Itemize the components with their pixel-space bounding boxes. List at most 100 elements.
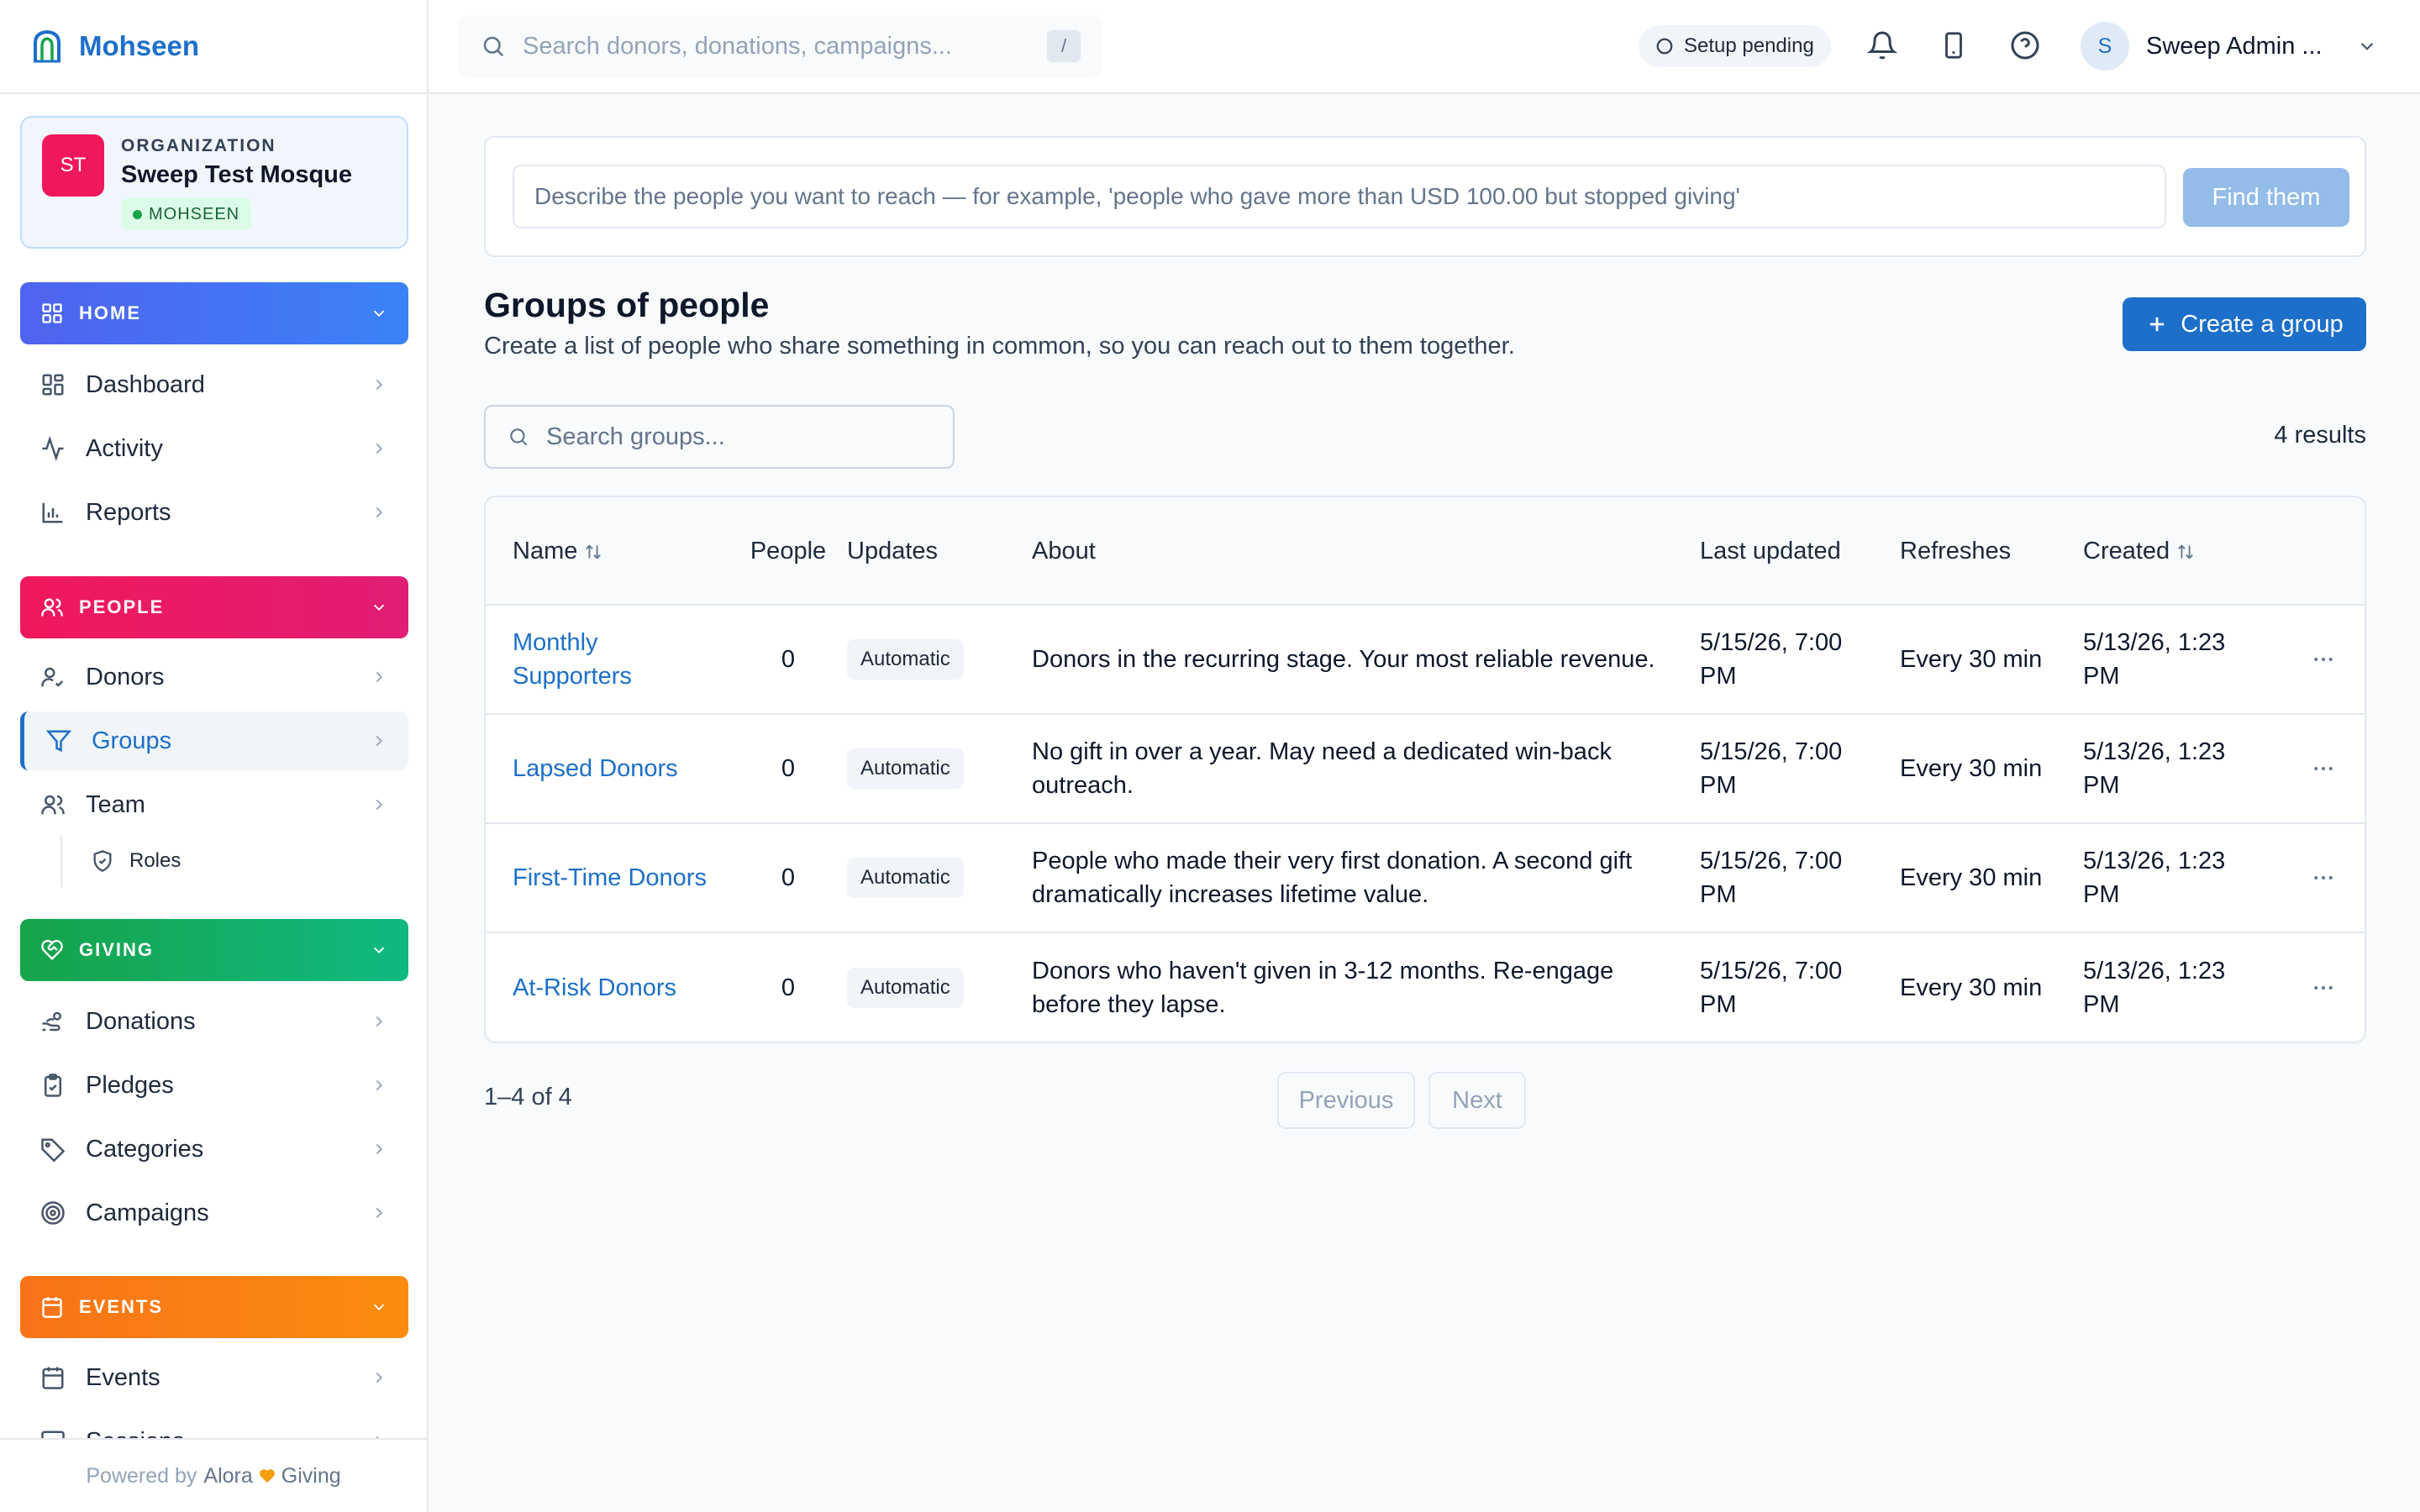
- column-header-last-updated: Last updated: [1700, 497, 1900, 606]
- more-actions-icon[interactable]: [2280, 647, 2365, 672]
- ai-describe-input[interactable]: Describe the people you want to reach — …: [513, 165, 2166, 228]
- section-people-label: PEOPLE: [79, 596, 165, 617]
- org-badge: MOHSEEN: [121, 198, 252, 230]
- last-updated: 5/15/26, 7:00 PM: [1700, 932, 1900, 1042]
- sidebar-item-activity[interactable]: Activity: [20, 419, 408, 478]
- find-them-button[interactable]: Find them: [2183, 168, 2349, 227]
- column-header-name-label: Name: [513, 537, 578, 564]
- sidebar-item-categories[interactable]: Categories: [20, 1120, 408, 1179]
- section-home-label: HOME: [79, 302, 141, 323]
- sidebar-item-campaigns[interactable]: Campaigns: [20, 1184, 408, 1242]
- chevron-right-icon: [370, 668, 388, 686]
- sidebar-item-donors[interactable]: Donors: [20, 648, 408, 706]
- more-actions-icon[interactable]: [2280, 865, 2365, 890]
- calendar-icon: [40, 1295, 64, 1319]
- search-groups-input[interactable]: Search groups...: [484, 405, 955, 469]
- bar-chart-icon: [40, 500, 66, 525]
- grid-icon: [40, 302, 64, 325]
- column-header-name[interactable]: Name: [486, 497, 729, 606]
- footer-brand-2: Giving: [281, 1463, 341, 1488]
- org-name: Sweep Test Mosque: [121, 161, 353, 188]
- sidebar-item-label: Reports: [86, 498, 171, 526]
- sidebar-item-label: Donors: [86, 663, 165, 690]
- column-header-created[interactable]: Created: [2083, 497, 2280, 606]
- group-name-link[interactable]: First-Time Donors: [513, 864, 707, 891]
- pagination-info: 1–4 of 4: [484, 1084, 572, 1110]
- footer-brand-1: Alora: [203, 1463, 253, 1488]
- sort-icon[interactable]: [2176, 543, 2195, 561]
- page-title: Groups of people: [484, 286, 770, 324]
- updates-badge: Automatic: [847, 967, 964, 1008]
- sidebar-item-team[interactable]: Team: [20, 775, 408, 834]
- chevron-right-icon: [370, 1140, 388, 1158]
- chevron-down-icon: [370, 1298, 388, 1316]
- more-actions-icon[interactable]: [2280, 756, 2365, 781]
- hand-coins-icon: [40, 1009, 66, 1034]
- mobile-device-icon[interactable]: [1935, 27, 1972, 64]
- help-circle-icon[interactable]: [2007, 27, 2044, 64]
- table-row[interactable]: Lapsed Donors 0 Automatic No gift in ove…: [486, 713, 2365, 823]
- sidebar-item-label: Dashboard: [86, 370, 205, 398]
- sidebar-item-label: Categories: [86, 1135, 204, 1163]
- next-page-button[interactable]: Next: [1428, 1072, 1526, 1129]
- tag-icon: [40, 1137, 66, 1162]
- sidebar-item-pledges[interactable]: Pledges: [20, 1056, 408, 1115]
- group-about: Donors in the recurring stage. Your most…: [1032, 646, 1655, 673]
- sidebar-item-label: Groups: [92, 727, 172, 754]
- org-label: ORGANIZATION: [121, 136, 276, 155]
- sidebar-item-reports[interactable]: Reports: [20, 483, 408, 542]
- chevron-down-icon: [370, 304, 388, 323]
- notifications-bell-icon[interactable]: [1864, 27, 1901, 64]
- table-row[interactable]: First-Time Donors 0 Automatic People who…: [486, 822, 2365, 932]
- column-header-updates: Updates: [847, 497, 1032, 606]
- organization-card[interactable]: ST ORGANIZATION Sweep Test Mosque MOHSEE…: [20, 116, 408, 249]
- section-giving-header[interactable]: GIVING: [20, 919, 408, 981]
- org-badge-label: MOHSEEN: [149, 204, 240, 223]
- sidebar-item-events[interactable]: Events: [20, 1348, 408, 1407]
- chevron-right-icon: [370, 503, 388, 522]
- global-search-placeholder: Search donors, donations, campaigns...: [523, 32, 953, 60]
- sidebar: Mohseen ST ORGANIZATION Sweep Test Mosqu…: [0, 0, 429, 1512]
- users-icon: [40, 596, 64, 619]
- global-search-input[interactable]: Search donors, donations, campaigns... /: [459, 15, 1102, 77]
- column-header-people: People: [729, 497, 847, 606]
- section-people-header[interactable]: PEOPLE: [20, 576, 408, 638]
- table-row[interactable]: Monthly Supporters 0 Automatic Donors in…: [486, 605, 2365, 714]
- previous-page-button[interactable]: Previous: [1277, 1072, 1415, 1129]
- sidebar-item-label: Roles: [129, 849, 182, 872]
- circle-icon: [1655, 37, 1674, 55]
- mosque-logo-icon: [32, 29, 62, 63]
- sidebar-item-dashboard[interactable]: Dashboard: [20, 355, 408, 414]
- group-name-link[interactable]: At-Risk Donors: [513, 974, 676, 1001]
- group-name-link[interactable]: Monthly Supporters: [513, 629, 632, 690]
- sidebar-item-groups[interactable]: Groups: [20, 711, 408, 770]
- main-content: Describe the people you want to reach — …: [429, 94, 2420, 1512]
- user-menu[interactable]: S Sweep Admin ...: [2081, 22, 2378, 71]
- more-actions-icon[interactable]: [2280, 975, 2365, 1000]
- grid-icon: [40, 372, 66, 397]
- ai-describe-placeholder: Describe the people you want to reach — …: [534, 183, 1740, 209]
- chevron-right-icon: [370, 439, 388, 458]
- updates-badge: Automatic: [847, 639, 964, 680]
- sidebar-item-donations[interactable]: Donations: [20, 992, 408, 1051]
- plus-icon: [2145, 312, 2169, 336]
- sidebar-item-roles[interactable]: Roles: [60, 835, 181, 887]
- group-name-link[interactable]: Lapsed Donors: [513, 755, 678, 782]
- search-icon: [508, 426, 529, 448]
- results-count: 4 results: [2274, 422, 2366, 449]
- section-events-header[interactable]: EVENTS: [20, 1276, 408, 1338]
- refreshes: Every 30 min: [1900, 646, 2043, 673]
- users-icon: [40, 792, 66, 817]
- created-date: 5/13/26, 1:23 PM: [2083, 713, 2280, 823]
- sidebar-item-label: Events: [86, 1363, 160, 1391]
- setup-status-badge[interactable]: Setup pending: [1639, 25, 1831, 67]
- create-group-button[interactable]: Create a group: [2123, 297, 2366, 351]
- chevron-right-icon: [370, 375, 388, 394]
- org-avatar: ST: [42, 134, 104, 197]
- status-dot-icon: [133, 209, 142, 219]
- clipboard-check-icon: [40, 1073, 66, 1098]
- sort-icon[interactable]: [584, 543, 602, 561]
- section-home-header[interactable]: HOME: [20, 282, 408, 344]
- table-row[interactable]: At-Risk Donors 0 Automatic Donors who ha…: [486, 932, 2365, 1042]
- brand[interactable]: Mohseen: [0, 0, 427, 94]
